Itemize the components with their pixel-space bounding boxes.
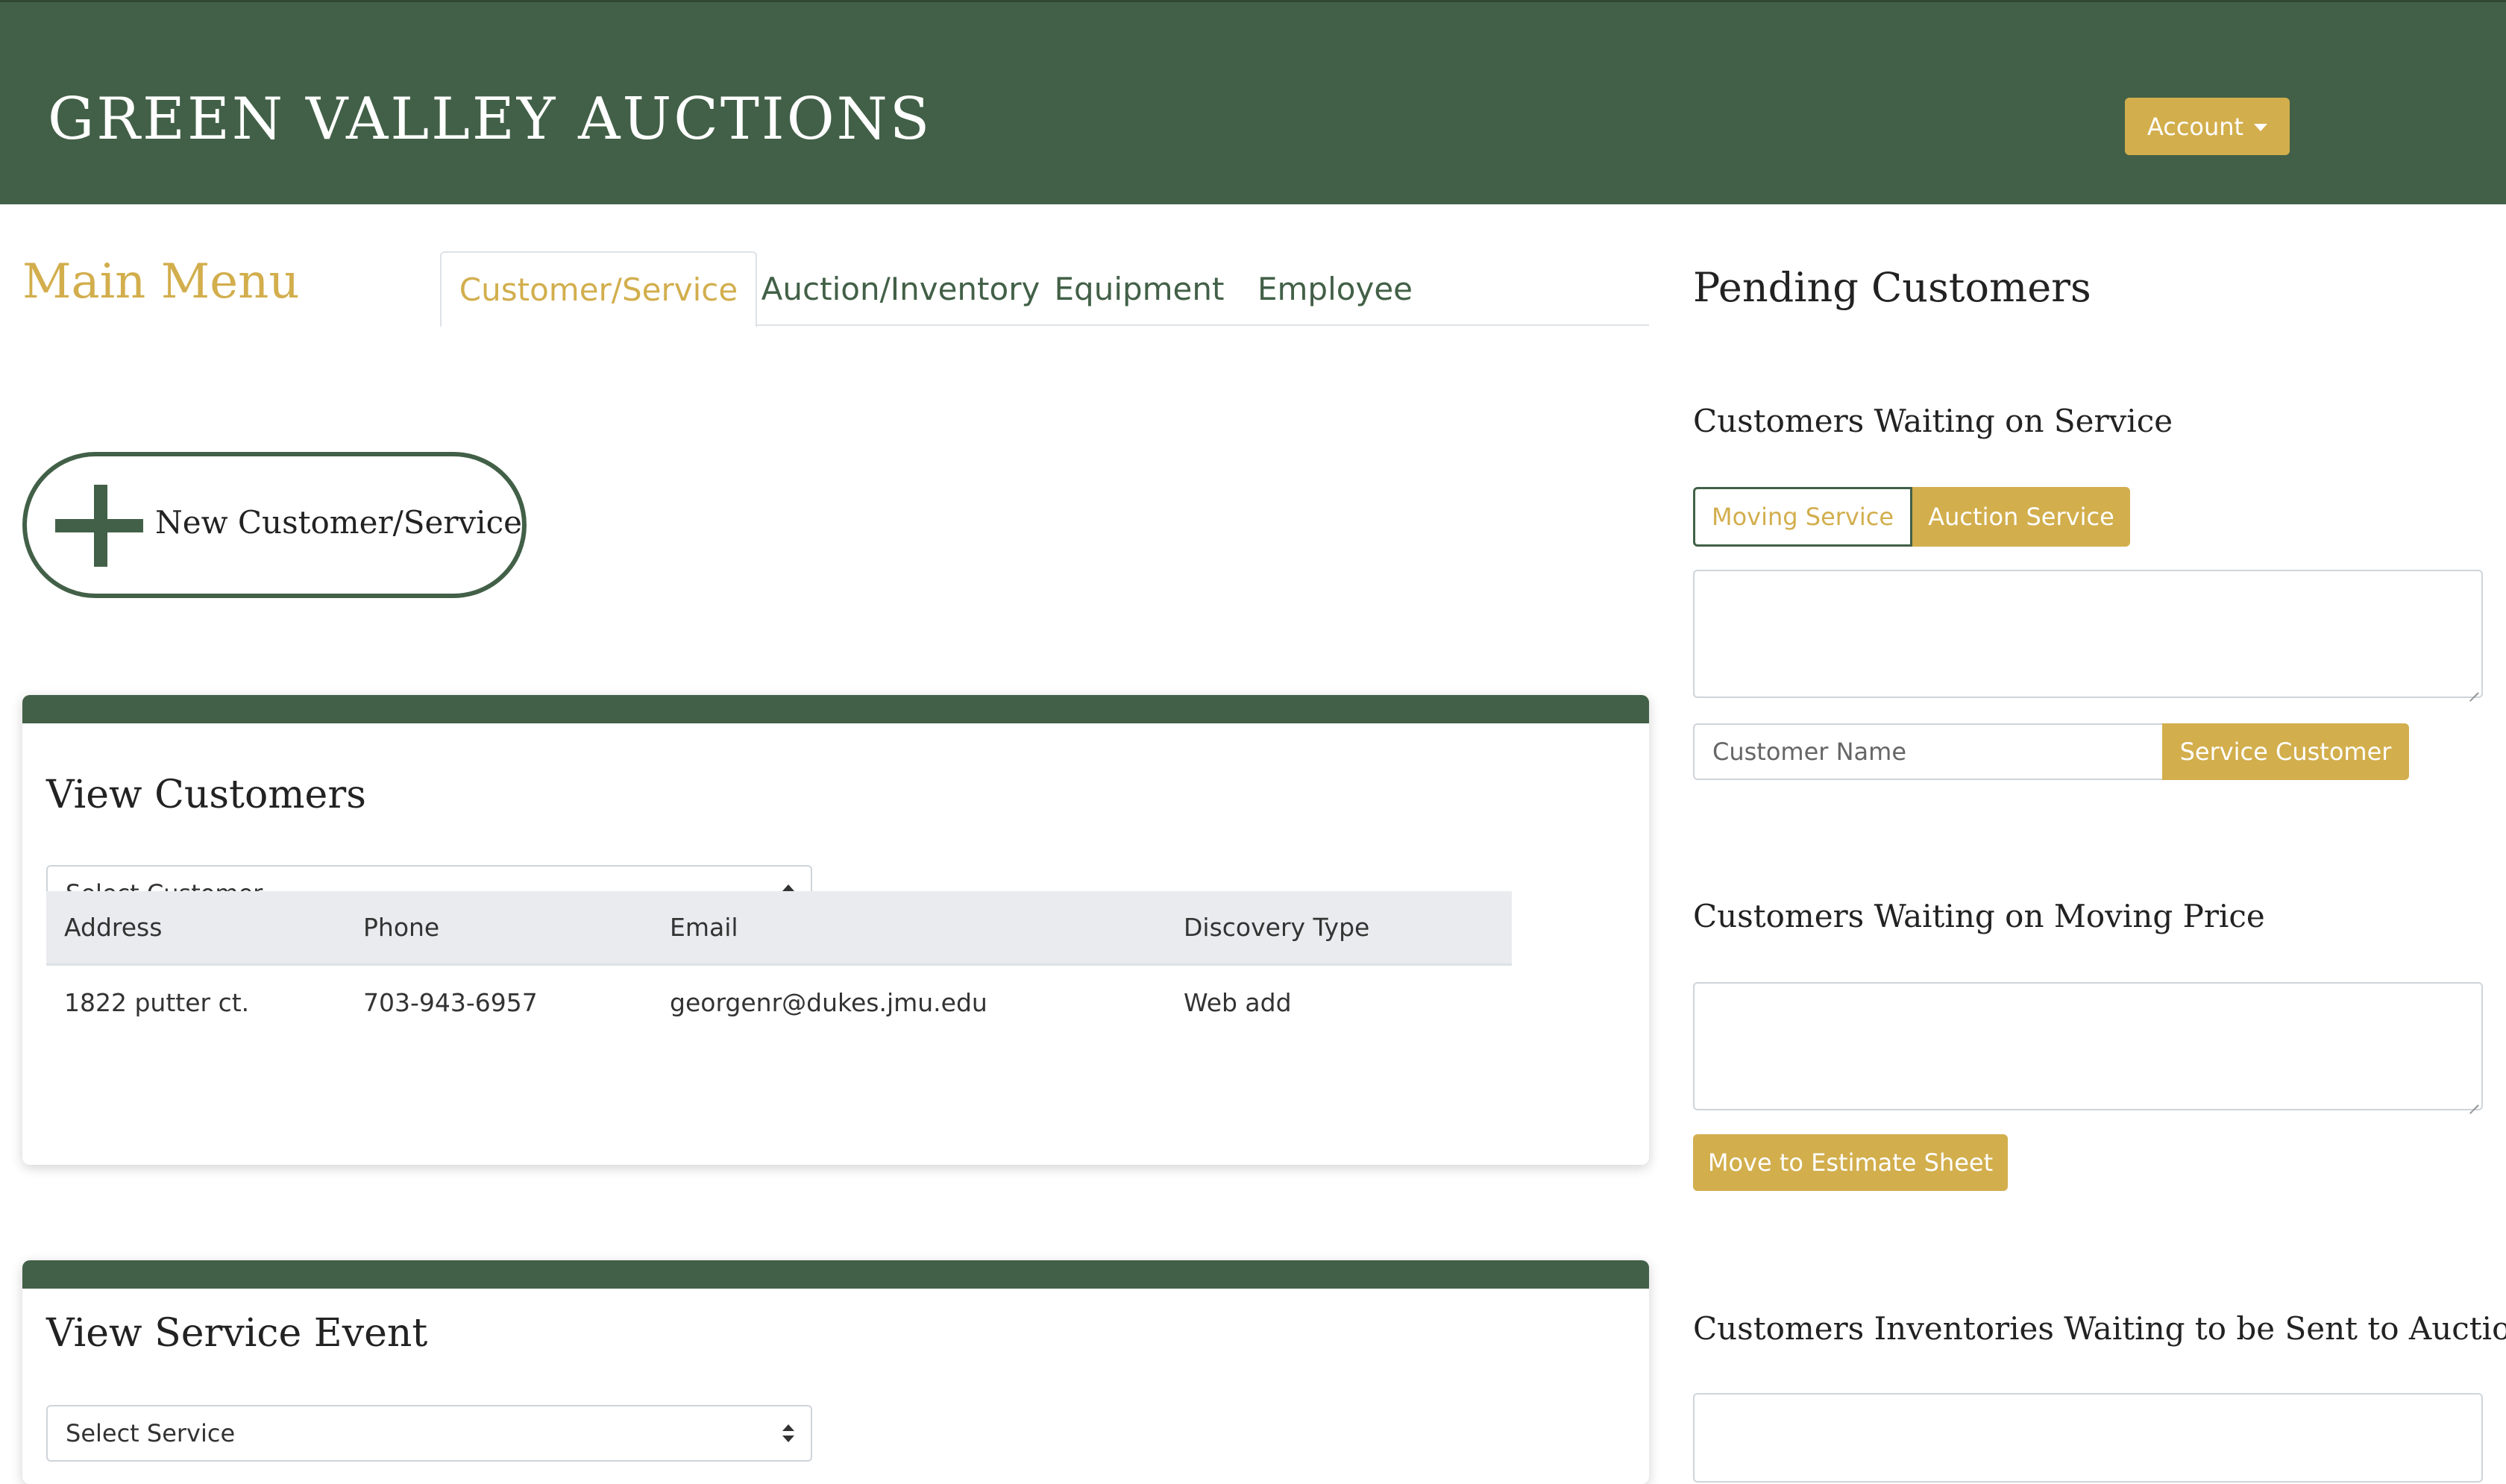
brand-title: GREEN VALLEY AUCTIONS xyxy=(48,86,932,153)
card-header-bar xyxy=(22,695,1649,723)
tab-auction-inventory[interactable]: Auction/Inventory xyxy=(757,251,1044,326)
card-header-bar xyxy=(22,1260,1649,1289)
move-to-estimate-button[interactable]: Move to Estimate Sheet xyxy=(1693,1134,2008,1191)
resize-handle-icon[interactable] xyxy=(2466,1094,2478,1106)
pending-customers-title: Pending Customers xyxy=(1693,264,2091,311)
customers-table: Address Phone Email Discovery Type 1822 … xyxy=(46,891,1512,1039)
account-label: Account xyxy=(2147,112,2244,141)
auction-service-toggle[interactable]: Auction Service xyxy=(1912,487,2130,547)
select-service-dropdown[interactable]: Select Service xyxy=(46,1405,812,1462)
service-customer-button[interactable]: Service Customer xyxy=(2162,723,2409,780)
waiting-on-service-title: Customers Waiting on Service xyxy=(1693,403,2173,439)
tab-equipment[interactable]: Equipment xyxy=(1044,251,1234,326)
tab-label: Employee xyxy=(1257,270,1413,307)
cell-discovery-type: Web add xyxy=(1184,987,1292,1017)
cell-email: georgenr@dukes.jmu.edu xyxy=(670,987,987,1017)
cell-address: 1822 putter ct. xyxy=(64,987,250,1017)
view-service-event-card: View Service Event Select Service xyxy=(22,1260,1649,1484)
main-menu-title: Main Menu xyxy=(22,254,300,309)
waiting-on-moving-price-title: Customers Waiting on Moving Price xyxy=(1693,898,2265,934)
waiting-to-auction-title: Customers Inventories Waiting to be Sent… xyxy=(1693,1310,2506,1347)
waiting-price-list[interactable] xyxy=(1693,982,2483,1110)
view-service-event-title: View Service Event xyxy=(46,1311,428,1356)
table-header-row: Address Phone Email Discovery Type xyxy=(46,891,1512,966)
tab-label: Auction/Inventory xyxy=(761,270,1040,307)
tab-employee[interactable]: Employee xyxy=(1234,251,1436,326)
tab-label: Equipment xyxy=(1054,270,1225,307)
view-customers-title: View Customers xyxy=(46,773,366,817)
resize-handle-icon[interactable] xyxy=(2466,682,2478,694)
app-header: GREEN VALLEY AUCTIONS Account xyxy=(0,0,2506,204)
view-customers-card: View Customers Select Customer Address P… xyxy=(22,695,1649,1165)
select-arrows-icon xyxy=(782,1424,794,1445)
tab-customer-service[interactable]: Customer/Service xyxy=(440,251,757,327)
new-customer-service-button[interactable]: New Customer/Service xyxy=(22,452,527,598)
column-header-discovery-type: Discovery Type xyxy=(1184,913,1370,942)
caret-down-icon xyxy=(2254,123,2268,131)
column-header-phone: Phone xyxy=(363,913,440,942)
column-header-address: Address xyxy=(64,913,163,942)
select-service-value: Select Service xyxy=(66,1419,236,1447)
cell-phone: 703-943-6957 xyxy=(363,987,538,1017)
waiting-auction-list[interactable] xyxy=(1693,1393,2483,1483)
table-row: 1822 putter ct. 703-943-6957 georgenr@du… xyxy=(46,966,1512,1039)
account-dropdown-button[interactable]: Account xyxy=(2125,98,2290,155)
column-header-email: Email xyxy=(670,913,738,942)
customer-name-input[interactable]: Customer Name xyxy=(1693,723,2163,780)
tab-label: Customer/Service xyxy=(459,271,738,308)
waiting-service-list[interactable] xyxy=(1693,570,2483,698)
main-menu-tabs: Customer/Service Auction/Inventory Equip… xyxy=(440,251,1649,327)
moving-service-toggle[interactable]: Moving Service xyxy=(1693,487,1912,547)
new-customer-service-label: New Customer/Service xyxy=(155,504,522,541)
